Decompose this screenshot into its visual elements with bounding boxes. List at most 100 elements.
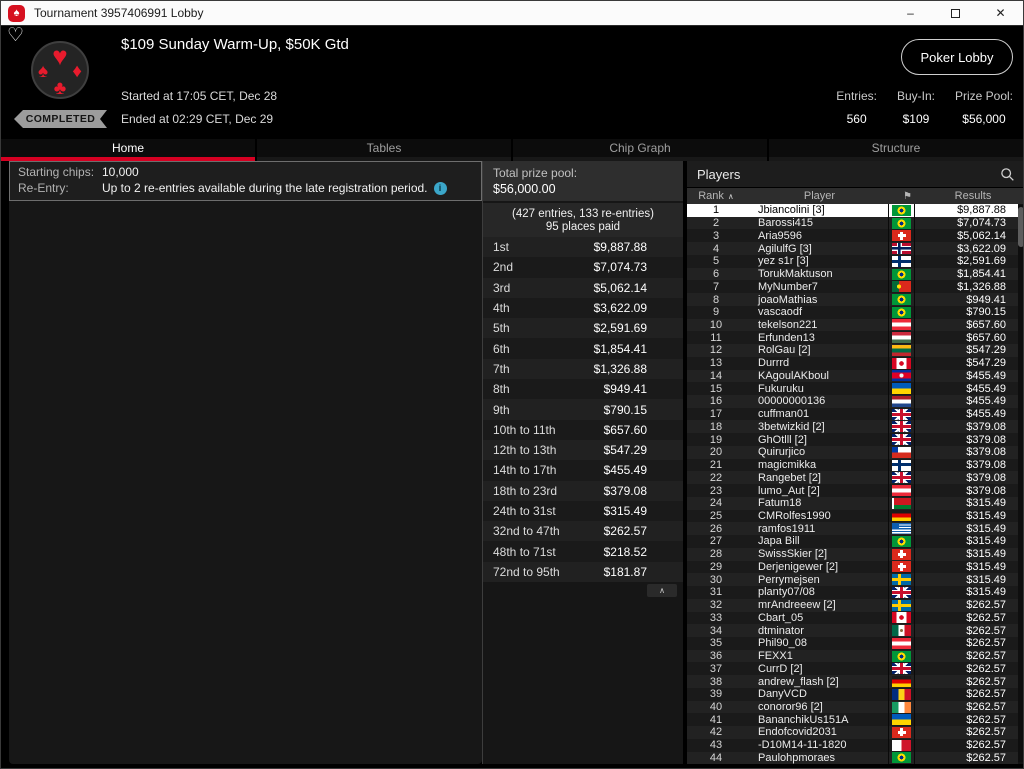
- flag-cell: [888, 356, 915, 370]
- player-row[interactable]: 25 CMRolfes1990 $315.49: [687, 509, 1018, 523]
- player-row[interactable]: 5 yez s1r [3] $2,591.69: [687, 254, 1018, 268]
- info-icon[interactable]: i: [433, 181, 447, 195]
- player-row[interactable]: 30 Perrymejsen $315.49: [687, 573, 1018, 587]
- player-result: $262.57: [966, 650, 1006, 663]
- player-rank: 20: [709, 446, 723, 459]
- player-result: $262.57: [966, 662, 1006, 675]
- player-result: $262.57: [966, 599, 1006, 612]
- heart-suit-icon: ♥: [52, 41, 68, 71]
- player-row[interactable]: 21 magicmikka $379.08: [687, 458, 1018, 472]
- player-row[interactable]: 1 Jbiancolini [3] $9,887.88: [687, 204, 1018, 217]
- flag-cell: [888, 369, 915, 383]
- player-row[interactable]: 15 Fukuruku $455.49: [687, 382, 1018, 396]
- player-row[interactable]: 42 Endofcovid2031 $262.57: [687, 726, 1018, 739]
- favorite-heart-icon[interactable]: ♡: [7, 26, 24, 45]
- player-name: Barossi415: [758, 217, 814, 230]
- stat-value: $56,000: [962, 112, 1006, 126]
- player-row[interactable]: 8 joaoMathias $949.41: [687, 293, 1018, 306]
- player-result: $9,887.88: [957, 204, 1006, 217]
- search-icon[interactable]: [1000, 167, 1015, 182]
- player-row[interactable]: 28 SwissSkier [2] $315.49: [687, 547, 1018, 561]
- players-panel: Players Rank ∧ Player ⚑ Results 1 Jbiancol…: [687, 161, 1023, 765]
- flag-cell: [888, 726, 915, 739]
- player-row[interactable]: 43 -D10M14-11-1820 $262.57: [687, 738, 1018, 752]
- player-row[interactable]: 37 CurrD [2] $262.57: [687, 662, 1018, 676]
- flag-cell: [888, 229, 915, 243]
- player-row[interactable]: 40 conoror96 [2] $262.57: [687, 700, 1018, 714]
- player-row[interactable]: 31 planty07/08 $315.49: [687, 586, 1018, 599]
- pokerstars-logo-icon: ♠: [8, 4, 25, 22]
- player-row[interactable]: 32 mrAndreeew [2] $262.57: [687, 598, 1018, 612]
- player-row[interactable]: 35 Phil90_08 $262.57: [687, 636, 1018, 650]
- player-row[interactable]: 18 3betwizkid [2] $379.08: [687, 420, 1018, 434]
- player-name: Endofcovid2031: [758, 726, 837, 739]
- player-row[interactable]: 11 Erfunden13 $657.60: [687, 331, 1018, 345]
- player-rank: 37: [709, 662, 723, 675]
- column-header-flag-icon[interactable]: ⚑: [894, 191, 921, 202]
- tournament-lobby-window: ♠ Tournament 3957406991 Lobby – ✕ ♡ ♥ ♠ …: [0, 0, 1024, 769]
- player-row[interactable]: 17 cuffman01 $455.49: [687, 407, 1018, 421]
- player-row[interactable]: 4 AgilulfG [3] $3,622.09: [687, 242, 1018, 255]
- player-row[interactable]: 29 Derjenigewer [2] $315.49: [687, 560, 1018, 574]
- player-name: KAgoulAKboul: [758, 369, 829, 382]
- player-row[interactable]: 3 Aria9596 $5,062.14: [687, 229, 1018, 243]
- maximize-button[interactable]: [933, 1, 978, 25]
- player-row[interactable]: 16 00000000136 $455.49: [687, 395, 1018, 408]
- player-row[interactable]: 13 Durrrd $547.29: [687, 356, 1018, 370]
- player-row[interactable]: 9 vascaodf $790.15: [687, 305, 1018, 319]
- flag-finland-icon: [892, 255, 911, 267]
- player-rank: 39: [709, 688, 723, 701]
- player-row[interactable]: 26 ramfos1911 $315.49: [687, 522, 1018, 536]
- flag-austria-icon: [892, 319, 911, 331]
- player-row[interactable]: 39 DanyVCD $262.57: [687, 687, 1018, 701]
- player-row[interactable]: 19 GhOtlll [2] $379.08: [687, 433, 1018, 446]
- player-row[interactable]: 6 TorukMaktuson $1,854.41: [687, 267, 1018, 281]
- player-result: $262.57: [966, 624, 1006, 637]
- player-row[interactable]: 20 Quirurjico $379.08: [687, 445, 1018, 459]
- column-header-results[interactable]: Results: [921, 190, 1023, 202]
- player-row[interactable]: 2 Barossi415 $7,074.73: [687, 216, 1018, 230]
- player-row[interactable]: 38 andrew_flash [2] $262.57: [687, 675, 1018, 688]
- poker-lobby-button[interactable]: Poker Lobby: [901, 39, 1013, 75]
- flag-brazil-icon: [892, 217, 911, 229]
- players-scrollbar[interactable]: [1018, 205, 1023, 762]
- stat-label: Buy-In:: [896, 89, 935, 103]
- column-header-player[interactable]: Player: [745, 190, 894, 202]
- player-name: mrAndreeew [2]: [758, 599, 836, 612]
- player-rank: 28: [709, 548, 723, 561]
- close-button[interactable]: ✕: [978, 1, 1023, 25]
- player-row[interactable]: 23 lumo_Aut [2] $379.08: [687, 484, 1018, 497]
- player-row[interactable]: 44 Paulohpmoraes $262.57: [687, 751, 1018, 765]
- player-row[interactable]: 14 KAgoulAKboul $455.49: [687, 369, 1018, 383]
- player-row[interactable]: 24 Fatum18 $315.49: [687, 496, 1018, 510]
- tab-chip-graph[interactable]: Chip Graph: [513, 139, 767, 161]
- player-row[interactable]: 36 FEXX1 $262.57: [687, 649, 1018, 663]
- tab-structure[interactable]: Structure: [769, 139, 1023, 161]
- player-row[interactable]: 41 BananchikUs151A $262.57: [687, 713, 1018, 727]
- player-result: $455.49: [966, 382, 1006, 395]
- info-value: Up to 2 re-entries available during the …: [102, 181, 428, 195]
- minimize-button[interactable]: –: [888, 1, 933, 25]
- player-row[interactable]: 34 dtminator $262.57: [687, 624, 1018, 637]
- column-header-rank[interactable]: Rank ∧: [687, 190, 745, 202]
- tab-home[interactable]: Home: [1, 139, 255, 161]
- header-stat: Buy-In: $109: [897, 89, 935, 126]
- payout-place: 72nd to 95th: [493, 564, 560, 579]
- player-row[interactable]: 10 tekelson221 $657.60: [687, 318, 1018, 332]
- player-rank: 8: [712, 293, 720, 306]
- player-row[interactable]: 27 Japa Bill $315.49: [687, 535, 1018, 548]
- flag-switzerland-icon: [892, 726, 911, 738]
- player-row[interactable]: 7 MyNumber7 $1,326.88: [687, 280, 1018, 294]
- flag-sweden-icon: [892, 599, 911, 611]
- entries-line: (427 entries, 133 re-entries): [512, 207, 654, 220]
- flag-ukraine-icon: [892, 383, 911, 395]
- players-scrollbar-thumb[interactable]: [1018, 207, 1023, 247]
- tab-tables[interactable]: Tables: [257, 139, 511, 161]
- flag-austria-icon: [892, 637, 911, 649]
- collapse-payouts-button[interactable]: ∧: [647, 584, 677, 598]
- player-row[interactable]: 33 Cbart_05 $262.57: [687, 611, 1018, 625]
- player-name: CMRolfes1990: [758, 509, 831, 522]
- player-row[interactable]: 22 Rangebet [2] $379.08: [687, 471, 1018, 485]
- player-row[interactable]: 12 RolGau [2] $547.29: [687, 344, 1018, 357]
- player-result: $547.29: [966, 357, 1006, 370]
